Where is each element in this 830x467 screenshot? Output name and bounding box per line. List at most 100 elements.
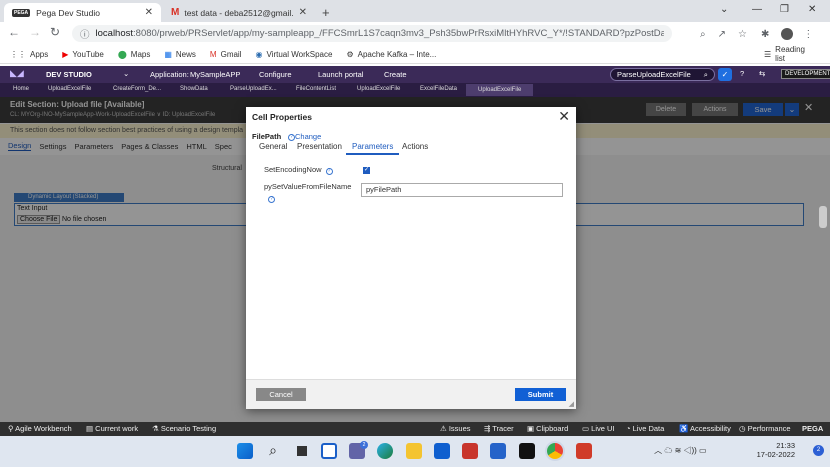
bookmark-maps[interactable]: ⬤ Maps: [118, 50, 151, 59]
bookmark-youtube[interactable]: ▶ YouTube: [62, 50, 104, 59]
office-icon[interactable]: [462, 443, 478, 459]
bookmark-news[interactable]: ▦ News: [164, 50, 196, 59]
footer-current-work[interactable]: ▤ Current work: [86, 424, 138, 433]
close-icon[interactable]: ✕: [558, 108, 570, 125]
mail-icon[interactable]: [490, 443, 506, 459]
footer-clipboard[interactable]: ▣ Clipboard: [527, 424, 568, 433]
url-path: :8080/prweb/PRServlet/app/my-sampleapp_/…: [133, 28, 664, 39]
news-icon: ▦: [164, 49, 172, 59]
rule-tab[interactable]: UploadExcelFile: [357, 86, 400, 92]
notification-icon[interactable]: ⇆: [759, 69, 765, 78]
workspace-icon: ◉: [255, 49, 263, 59]
chevron-down-icon[interactable]: ⌄: [720, 4, 728, 15]
bookmark-apps[interactable]: ⋮⋮ Apps: [10, 50, 48, 59]
edge-icon[interactable]: [377, 443, 393, 459]
restore-icon[interactable]: ❐: [780, 4, 789, 15]
maps-icon: ⬤: [117, 49, 127, 59]
set-encoding-checkbox[interactable]: ✓: [363, 167, 370, 174]
zoom-icon[interactable]: ⌕: [700, 29, 706, 40]
notification-badge[interactable]: 2: [813, 444, 824, 456]
help-icon[interactable]: ?: [740, 69, 744, 78]
menu-icon[interactable]: ⋮: [803, 29, 813, 40]
bookmark-virtual-workspace[interactable]: ◉ Virtual WorkSpace: [255, 50, 332, 59]
menu-configure[interactable]: Configure: [259, 70, 292, 79]
reading-list[interactable]: ☰ Reading list: [764, 45, 816, 63]
footer-performance[interactable]: ◷ Performance: [739, 424, 791, 433]
file-explorer-icon[interactable]: [406, 443, 422, 459]
file-name-input[interactable]: pyFilePath: [361, 183, 563, 197]
search-icon[interactable]: ⌕: [704, 70, 708, 80]
footer-agile-workbench[interactable]: ⚲ Agile Workbench: [8, 424, 72, 433]
cancel-button[interactable]: Cancel: [256, 388, 306, 401]
chrome-icon[interactable]: [547, 443, 563, 459]
widgets-icon[interactable]: [321, 443, 337, 459]
footer-live-ui[interactable]: ▭ Live UI: [582, 424, 615, 433]
info-icon[interactable]: ?: [284, 131, 295, 141]
avatar[interactable]: [781, 28, 794, 40]
youtube-icon: ▶: [62, 49, 69, 59]
share-icon[interactable]: ↗: [718, 29, 726, 40]
task-view-icon[interactable]: [294, 443, 310, 459]
gmail-favicon: M: [171, 7, 180, 18]
tray-icons[interactable]: ︿ ☁ ≋ ◁)) ▭: [654, 445, 706, 456]
windows-start-icon[interactable]: [237, 443, 253, 459]
chevron-down-icon[interactable]: ⌄: [123, 69, 129, 78]
tab-parameters[interactable]: Parameters: [346, 142, 400, 155]
footer-issues[interactable]: ⚠ Issues: [440, 424, 471, 433]
extensions-icon[interactable]: ✱: [761, 29, 769, 40]
field-name: FilePath: [252, 132, 282, 141]
back-icon[interactable]: ←: [8, 25, 20, 39]
screen: PEGA Pega Dev Studio ✕ M test data - deb…: [0, 0, 830, 467]
tab-actions[interactable]: Actions: [402, 142, 428, 151]
close-window-icon[interactable]: ✕: [808, 4, 816, 15]
rule-tab[interactable]: ExcelFileData: [420, 86, 457, 92]
address-bar[interactable]: ⓘ localhost :8080/prweb/PRServlet/app/my…: [72, 25, 672, 42]
footer-tracer[interactable]: ⇶ Tracer: [484, 424, 514, 433]
browser-tab-pega[interactable]: PEGA Pega Dev Studio ✕: [4, 3, 161, 22]
store-icon[interactable]: [434, 443, 450, 459]
rule-tab[interactable]: Home: [13, 86, 29, 92]
url-host: localhost: [95, 28, 134, 39]
new-tab-icon[interactable]: +: [322, 5, 330, 20]
rule-tab[interactable]: CreateForm_De...: [113, 86, 161, 92]
help-icon[interactable]: ?: [325, 168, 333, 175]
close-tab-icon[interactable]: ✕: [299, 7, 307, 18]
rule-tab[interactable]: FileContentList: [296, 86, 336, 92]
minimize-icon[interactable]: —: [752, 4, 762, 15]
footer-scenario-testing[interactable]: ⚗ Scenario Testing: [152, 424, 216, 433]
rule-tab-active[interactable]: UploadExcelFile: [466, 84, 534, 96]
studio-name: DEV STUDIO: [46, 70, 92, 79]
reload-icon[interactable]: ↻: [50, 25, 60, 39]
application-selector[interactable]: MySampleAPP: [190, 70, 240, 79]
resize-handle-icon[interactable]: ◢: [569, 400, 574, 408]
menu-launch-portal[interactable]: Launch portal: [318, 70, 363, 79]
application-label: Application:: [150, 70, 189, 79]
tab-presentation[interactable]: Presentation: [297, 142, 342, 151]
rule-tab[interactable]: UploadExcelFile: [48, 86, 91, 92]
scrollbar[interactable]: [819, 206, 827, 228]
tab-general[interactable]: General: [259, 142, 287, 151]
terminal-icon[interactable]: [519, 443, 535, 459]
bookmark-kafka[interactable]: ⚙ Apache Kafka – Inte...: [346, 50, 436, 59]
browser-tab-gmail[interactable]: M test data - deba2512@gmail.com ✕: [163, 3, 315, 22]
submit-button[interactable]: Submit: [515, 388, 566, 401]
bookmark-gmail[interactable]: M Gmail: [210, 50, 242, 59]
footer-accessibility[interactable]: ♿ Accessibility: [679, 424, 731, 433]
rule-tab[interactable]: ShowData: [180, 86, 208, 92]
close-tab-icon[interactable]: ✕: [145, 7, 153, 18]
help-icon[interactable]: ?: [264, 193, 275, 203]
check-icon[interactable]: ✓: [718, 68, 732, 81]
search-icon[interactable]: ⌕: [265, 443, 281, 459]
kafka-icon: ⚙: [346, 49, 354, 59]
star-icon[interactable]: ☆: [738, 29, 747, 40]
forward-icon[interactable]: →: [29, 25, 41, 39]
change-link[interactable]: Change: [295, 132, 321, 141]
rule-tab[interactable]: ParseUploadEx...: [230, 86, 277, 92]
info-icon[interactable]: ⓘ: [80, 27, 90, 41]
wps-icon[interactable]: [576, 443, 592, 459]
search-input[interactable]: ParseUploadExcelFile ⌕: [610, 68, 715, 81]
menu-create[interactable]: Create: [384, 70, 407, 79]
cell-properties-modal: Cell Properties ✕ FilePath ? Change Gene…: [246, 107, 576, 409]
footer-live-data[interactable]: ◔ Live Data: [626, 424, 664, 433]
pega-logo-icon[interactable]: ◣◢: [10, 68, 24, 79]
